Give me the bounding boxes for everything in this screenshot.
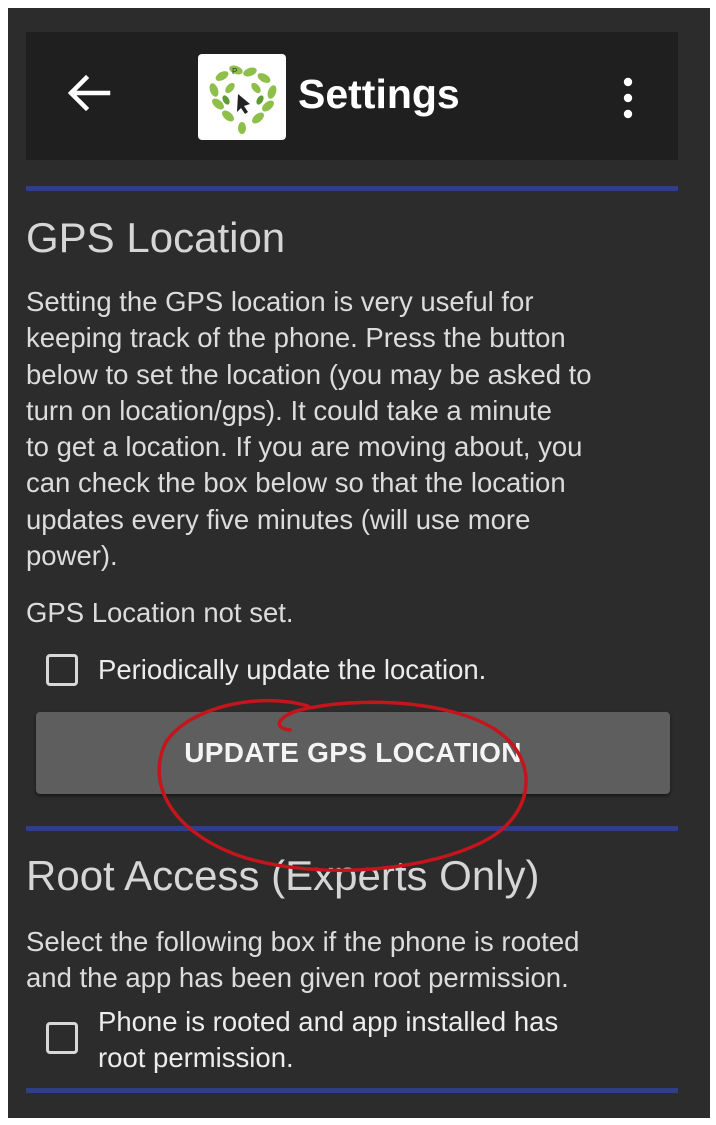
screen-title: Settings xyxy=(298,71,460,117)
description-line: keeping track of the phone. Press the bu… xyxy=(26,322,566,354)
description-line: Select the following box if the phone is… xyxy=(26,926,580,957)
description-line: and the app has been given root permissi… xyxy=(26,962,569,994)
section-divider xyxy=(26,1088,678,1093)
description-line: to get a location. If you are moving abo… xyxy=(26,431,583,463)
root-permission-label-line: Phone is rooted and app installed has xyxy=(98,1006,559,1037)
periodic-update-label[interactable]: Periodically update the location. xyxy=(98,652,486,688)
gps-status-text: GPS Location not set. xyxy=(26,597,294,628)
description-line: Setting the GPS location is very useful … xyxy=(26,286,534,317)
root-permission-label[interactable]: Phone is rooted and app installed has ro… xyxy=(98,1004,558,1076)
arrow-back-icon[interactable] xyxy=(66,70,112,116)
more-vert-icon[interactable] xyxy=(620,76,636,120)
section-divider xyxy=(26,186,678,191)
root-section-heading: Root Access (Experts Only) xyxy=(26,852,540,899)
root-permission-checkbox[interactable] xyxy=(46,1022,78,1054)
root-description: Select the following box if the phone is… xyxy=(26,924,688,997)
description-line: turn on location/gps). It could take a m… xyxy=(26,394,552,426)
periodic-update-checkbox[interactable] xyxy=(46,654,78,686)
section-divider xyxy=(26,826,678,831)
app-logo-icon: P xyxy=(209,65,277,134)
app-logo: P xyxy=(198,54,286,140)
description-line: below to set the location (you may be as… xyxy=(26,358,592,390)
description-line: can check the box below so that the loca… xyxy=(26,467,566,499)
description-line: updates every five minutes (will use mor… xyxy=(26,503,531,535)
gps-description: Setting the GPS location is very useful … xyxy=(26,284,688,574)
gps-section-heading: GPS Location xyxy=(26,214,286,261)
svg-text:P: P xyxy=(232,67,237,76)
description-line: power). xyxy=(26,540,118,572)
root-permission-label-line: root permission. xyxy=(98,1042,294,1073)
update-gps-location-button[interactable]: UPDATE GPS LOCATION xyxy=(36,712,670,794)
